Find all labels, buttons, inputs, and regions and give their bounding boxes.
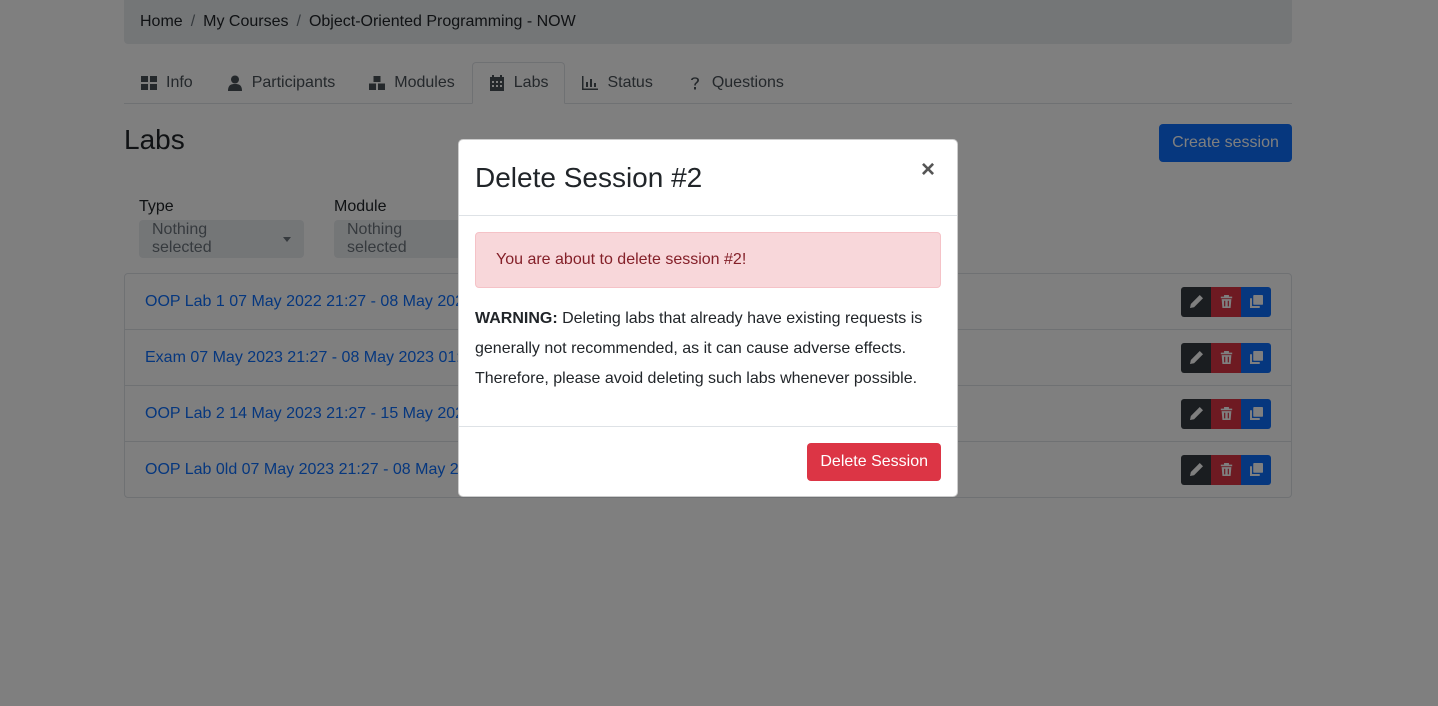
modal-footer: Delete Session bbox=[459, 426, 957, 497]
warning-label: WARNING: bbox=[475, 310, 558, 327]
modal-title: Delete Session #2 bbox=[475, 161, 703, 193]
warning-text: WARNING: Deleting labs that already have… bbox=[475, 304, 941, 394]
modal-body: You are about to delete session #2! WARN… bbox=[459, 216, 957, 426]
delete-session-button[interactable]: Delete Session bbox=[807, 443, 941, 481]
modal-header: Delete Session #2 × bbox=[459, 140, 957, 216]
danger-alert: You are about to delete session #2! bbox=[475, 232, 941, 288]
close-icon[interactable]: × bbox=[921, 157, 935, 182]
delete-session-modal: Delete Session #2 × You are about to del… bbox=[458, 139, 958, 497]
